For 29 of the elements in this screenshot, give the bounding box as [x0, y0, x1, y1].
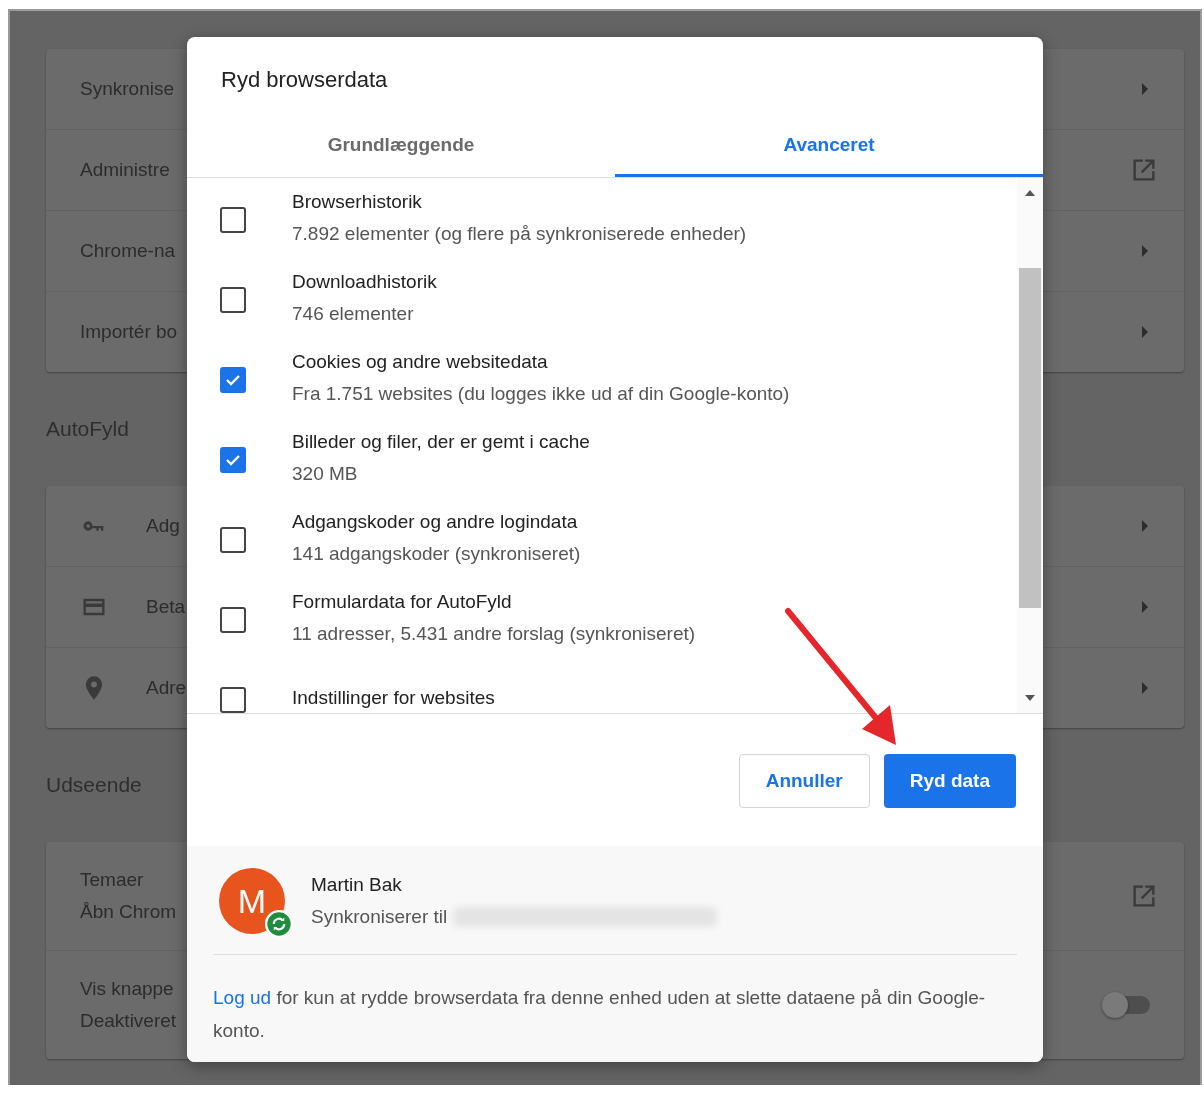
option-description: Fra 1.751 websites (du logges ikke ud af din Google-konto)	[292, 383, 790, 405]
option-description: 141 adgangskoder (synkroniseret)	[292, 543, 581, 565]
row-label: Vis knappe	[80, 978, 174, 1000]
row-label: Chrome-na	[80, 240, 176, 262]
avatar-initial: M	[237, 881, 267, 921]
option-label: Billeder og filer, der er gemt i cache	[292, 431, 590, 453]
row-label: Administre	[80, 159, 170, 181]
option-label: Browserhistorik	[292, 191, 423, 213]
row-label: Synkronise	[80, 78, 174, 100]
account-name: Martin Bak	[311, 874, 403, 896]
option-description: 11 adresser, 5.431 andre forslag (synkroniseret)	[292, 623, 696, 645]
row-label: Importér bo	[80, 321, 178, 343]
option-label: Cookies og andre websitedata	[292, 351, 549, 373]
row-label: Temaer	[80, 869, 144, 891]
row-label: Beta	[146, 596, 186, 618]
row-sublabel: Deaktiveret	[80, 1010, 177, 1032]
option-label: Indstillinger for websites	[292, 687, 495, 709]
sign-out-note: Log ud for kun at rydde browserdata fra denne enhed uden at slette dataene på din Google-konto.	[213, 986, 987, 1043]
dialog-title: Ryd browserdata	[220, 66, 389, 94]
row-label: Adre	[146, 677, 187, 699]
row-sublabel: Åbn Chrom	[80, 901, 177, 923]
option-description: 746 elementer	[292, 303, 415, 325]
option-label: Downloadhistorik	[292, 271, 437, 293]
option-label: Formulardata for AutoFyld	[292, 591, 513, 613]
option-description: 320 MB	[292, 463, 359, 485]
sync-label: Synkroniserer til	[311, 906, 448, 928]
option-description: 7.892 elementer (og flere på synkroniserede enheder)	[292, 223, 747, 245]
row-label: Adg	[146, 515, 180, 537]
option-label: Adgangskoder og andre logindata	[292, 511, 579, 533]
